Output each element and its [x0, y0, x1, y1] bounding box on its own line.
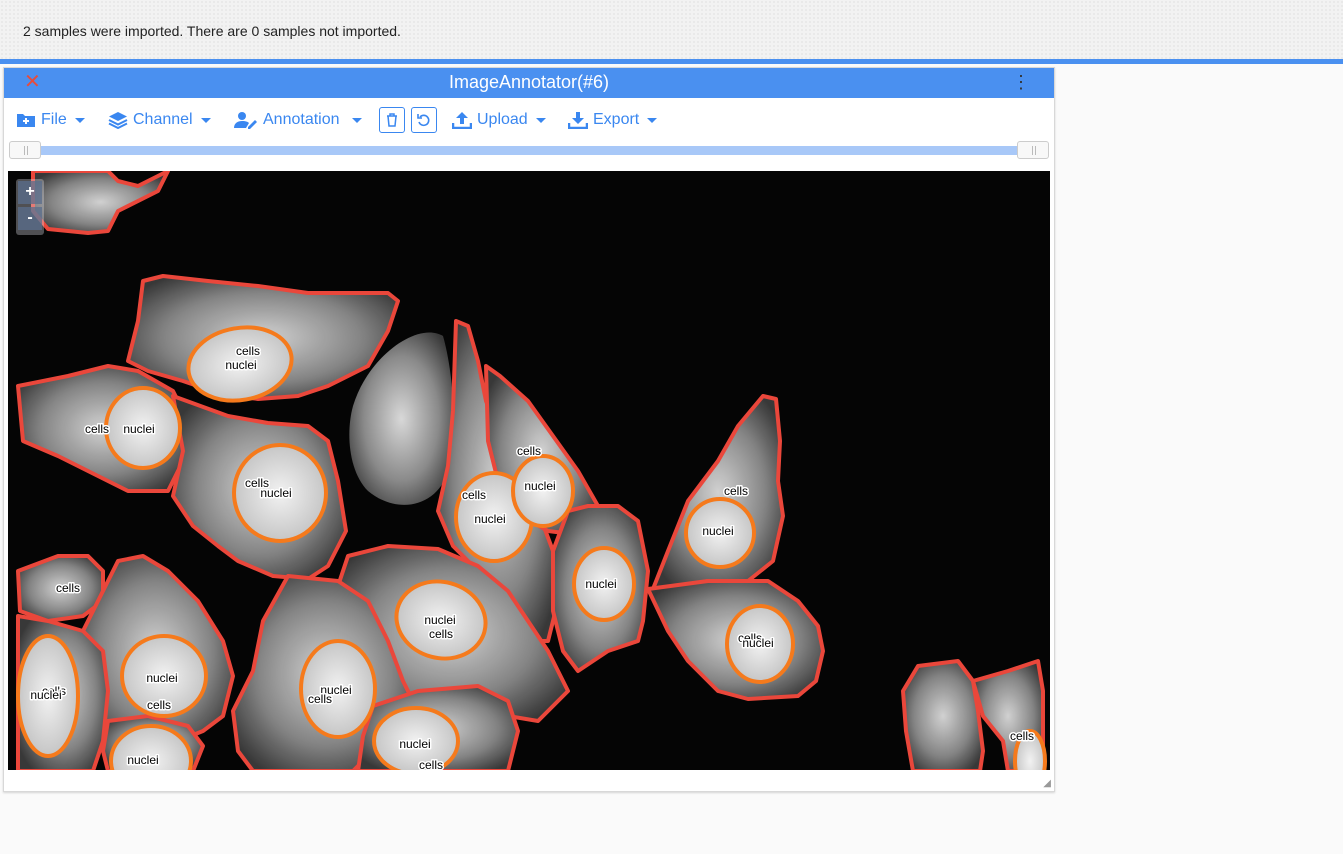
nucleus-label: nuclei — [474, 512, 505, 526]
export-menu-button[interactable]: Export — [568, 107, 658, 133]
trash-icon — [387, 113, 397, 127]
nucleus-label: nuclei — [424, 613, 455, 627]
channel-menu-button[interactable]: Channel — [108, 107, 211, 133]
cell-label: cells — [517, 444, 541, 458]
nucleus-label: nuclei — [146, 671, 177, 685]
undo-button[interactable] — [411, 107, 437, 133]
annotation-menu-label: Annotation — [263, 111, 340, 128]
window-titlebar[interactable]: ✕ ImageAnnotator(#6) ⋮ — [4, 68, 1054, 98]
cell-label: cells — [419, 758, 443, 770]
zoom-out-button[interactable]: - — [18, 207, 42, 230]
cell-label: cells — [236, 344, 260, 358]
resize-handle-icon[interactable]: ◢ — [1043, 778, 1051, 789]
slider-track — [27, 146, 1031, 155]
annotation-overlay: cells nuclei cells nuclei cells nuclei c… — [16, 171, 1047, 770]
file-add-icon — [17, 114, 35, 127]
cell-label: cells — [308, 692, 332, 706]
file-menu-button[interactable]: File — [16, 107, 85, 133]
cell-outline — [901, 659, 985, 770]
channel-menu-label: Channel — [133, 111, 193, 128]
nucleus-label: nuclei — [524, 479, 555, 493]
nucleus-label: nuclei — [225, 358, 256, 372]
cell-label: cells — [462, 488, 486, 502]
notification-bar: 2 samples were imported. There are 0 sam… — [0, 0, 1343, 59]
nucleus-label: nuclei — [585, 577, 616, 591]
cell-label: cells — [724, 484, 748, 498]
nucleus-label: nuclei — [123, 422, 154, 436]
export-menu-label: Export — [593, 111, 640, 128]
user-edit-icon — [234, 112, 257, 129]
nucleus-label: nuclei — [260, 486, 291, 500]
cell-label: cells — [429, 627, 453, 641]
cell-label: cells — [85, 422, 109, 436]
slider-handle-max[interactable] — [1017, 141, 1049, 159]
cell-label: cells — [1010, 729, 1034, 743]
notification-text: 2 samples were imported. There are 0 sam… — [23, 23, 401, 39]
download-icon — [568, 112, 588, 129]
layers-icon — [108, 112, 128, 129]
accent-divider — [0, 59, 1343, 64]
upload-menu-label: Upload — [477, 111, 528, 128]
annotation-menu-button[interactable]: Annotation — [234, 107, 362, 133]
nucleus-label: nuclei — [742, 636, 773, 650]
cell-label: cells — [147, 698, 171, 712]
cell-label: cells — [56, 581, 80, 595]
nucleus-label: nuclei — [702, 524, 733, 538]
image-annotator-window: ✕ ImageAnnotator(#6) ⋮ File Channel Anno… — [3, 67, 1055, 792]
nucleus-label: nuclei — [399, 737, 430, 751]
zoom-in-button[interactable]: + — [18, 181, 42, 204]
delete-button[interactable] — [379, 107, 405, 133]
nucleus-label: nuclei — [30, 688, 61, 702]
slider-handle-min[interactable] — [9, 141, 41, 159]
upload-menu-button[interactable]: Upload — [452, 107, 546, 133]
upload-icon — [452, 112, 472, 129]
channel-range-slider[interactable] — [9, 141, 1049, 159]
zoom-control: + - — [16, 179, 44, 235]
file-menu-label: File — [41, 111, 67, 128]
undo-icon — [417, 114, 430, 127]
cell-outline — [31, 171, 170, 235]
kebab-menu-icon[interactable]: ⋮ — [1012, 71, 1030, 93]
nucleus-label: nuclei — [127, 753, 158, 767]
toolbar: File Channel Annotation Upload Export — [4, 98, 1054, 142]
image-canvas[interactable]: cells nuclei cells nuclei cells nuclei c… — [8, 171, 1050, 770]
window-title: ImageAnnotator(#6) — [448, 72, 610, 92]
